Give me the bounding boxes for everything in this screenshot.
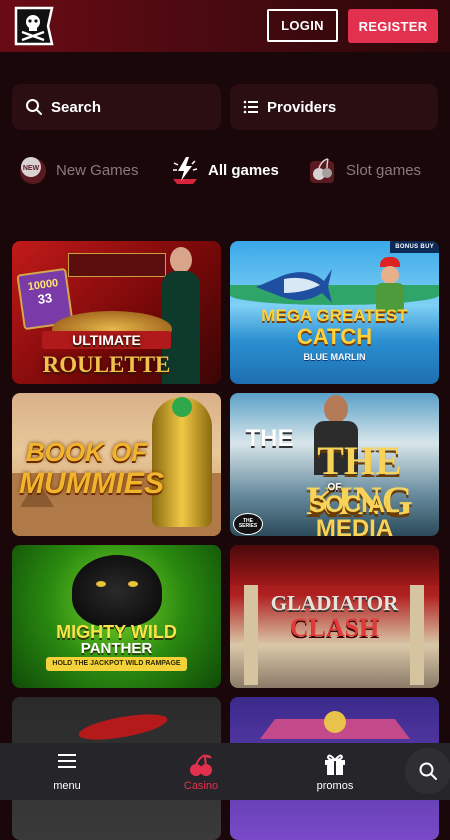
- game-title-line1: MIGHTY WILD: [56, 622, 177, 642]
- game-title-line2: PANTHER: [80, 640, 153, 657]
- nav-promos-label: promos: [316, 780, 354, 792]
- nav-menu-label: menu: [53, 780, 81, 792]
- tab-slot-games-label: Slot games: [346, 161, 422, 179]
- game-title-line2: CLASH: [289, 613, 380, 642]
- game-title-line2: ROULETTE: [42, 352, 171, 377]
- header-bar: LOGIN REGISTER: [0, 0, 450, 52]
- pirate-flag-logo[interactable]: [12, 6, 56, 46]
- game-tile-mega-greatest-catch[interactable]: BONUS BUY MEGA GREATEST CATCH BLUE MARLI…: [230, 241, 439, 384]
- game-subtitle: HOLD THE JACKPOT WILD RAMPAGE: [46, 657, 187, 671]
- search-button[interactable]: Search: [12, 84, 221, 130]
- search-icon: [419, 762, 437, 780]
- game-tile-gladiator-clash[interactable]: GLADIATOR CLASH: [230, 545, 439, 688]
- providers-label: Providers: [267, 98, 337, 116]
- game-title-line2: MUMMIES: [19, 467, 164, 500]
- nav-casino-label: Casino: [183, 780, 219, 792]
- bonus-buy-badge: BONUS BUY: [390, 241, 439, 253]
- tab-new-games-label: New Games: [56, 161, 139, 179]
- cherry-icon: [310, 158, 334, 183]
- cherry-icon: [190, 754, 212, 776]
- tab-all-games-label: All games: [208, 161, 279, 179]
- game-title-line2: SOCIAL MEDIA: [309, 491, 400, 537]
- arena-curtain: [230, 545, 439, 585]
- marlin-fish: [256, 269, 332, 303]
- game-title-line1: GLADIATOR: [270, 591, 399, 615]
- game-tile-king-of-social-media[interactable]: THE THE KING OF SOCIAL MEDIA THE SERIES: [230, 393, 439, 536]
- category-tabs: NEW New Games All games Slot games: [0, 150, 450, 192]
- register-button[interactable]: REGISTER: [348, 9, 438, 43]
- nav-menu[interactable]: menu: [22, 743, 112, 800]
- tab-all-games[interactable]: All games: [170, 150, 279, 190]
- lightning-icon: [173, 157, 198, 184]
- game-title-line2: CATCH: [296, 324, 373, 349]
- nav-casino[interactable]: Casino: [156, 743, 246, 800]
- new-badge-icon: NEW: [20, 157, 46, 184]
- nav-promos[interactable]: promos: [290, 743, 380, 800]
- scarab-statue: [152, 397, 212, 527]
- red-shape: [76, 709, 170, 745]
- game-tile-ultimate-roulette[interactable]: 10000 33 ULTIMATE ROULETTE: [12, 241, 221, 384]
- game-title-line1: MEGA GREATEST: [261, 306, 408, 325]
- game-tile-book-of-mummies[interactable]: BOOK OF MUMMIES: [12, 393, 221, 536]
- game-title-line1: ULTIMATE: [42, 331, 171, 349]
- tab-slot-games[interactable]: Slot games: [308, 150, 421, 190]
- panther-head: [72, 555, 162, 627]
- bottom-navigation: menu Casino promos: [0, 743, 450, 800]
- gift-icon: [325, 754, 345, 775]
- hamburger-menu-icon: [58, 754, 76, 768]
- svg-text:NEW: NEW: [23, 165, 40, 172]
- game-title-line1: BOOK OF: [25, 437, 148, 467]
- game-subtitle: BLUE MARLIN: [303, 352, 366, 362]
- login-button[interactable]: LOGIN: [267, 9, 338, 42]
- tab-new-games[interactable]: NEW New Games: [18, 150, 139, 190]
- search-icon: [26, 99, 42, 115]
- floating-search-button[interactable]: [405, 748, 450, 794]
- the-series-badge: THE SERIES: [233, 513, 263, 535]
- search-label: Search: [51, 98, 102, 116]
- providers-button[interactable]: Providers: [230, 84, 438, 130]
- game-tile-mighty-wild-panther[interactable]: MIGHTY WILD PANTHER HOLD THE JACKPOT WIL…: [12, 545, 221, 688]
- list-icon: [243, 100, 258, 114]
- temple-emblem: [324, 711, 346, 733]
